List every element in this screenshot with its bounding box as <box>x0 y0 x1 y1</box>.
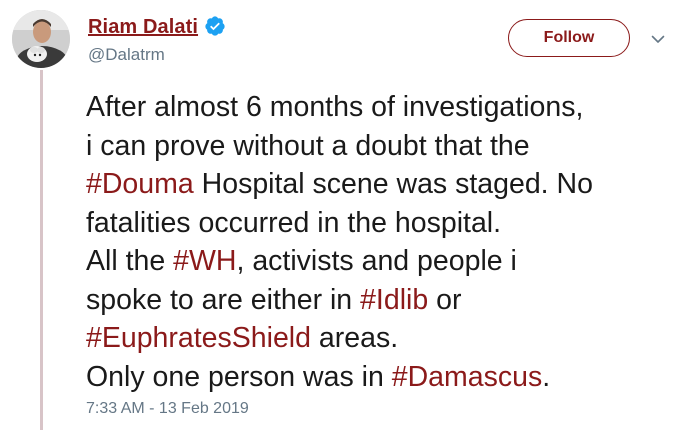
tweet-text-segment: fatalities occurred in the hospital. <box>86 206 502 239</box>
tweet-line: Only one person was in #Damascus. <box>86 358 686 397</box>
tweet-text-segment: Hospital scene was staged. No <box>193 168 593 200</box>
tweet-text-segment: After almost 6 months of investigations, <box>86 91 584 123</box>
tweet-text-segment: i can prove without a doubt that the <box>86 129 530 162</box>
hashtag-link[interactable]: #WH <box>173 245 236 277</box>
tweet-text-segment: areas. <box>311 322 399 354</box>
tweet-line: spoke to are either in #Idlib or <box>86 281 686 320</box>
avatar[interactable] <box>12 10 70 68</box>
tweet-text-segment: , activists and people i <box>236 245 517 277</box>
hashtag-link[interactable]: #Idlib <box>360 284 428 316</box>
tweet-text-segment: Only one person was in <box>86 360 392 393</box>
tweet-line: fatalities occurred in the hospital. <box>86 204 686 243</box>
hashtag-link[interactable]: #Douma <box>86 168 194 200</box>
hashtag-link[interactable]: #EuphratesShield <box>86 322 311 354</box>
author-handle[interactable]: @Dalatrm <box>88 45 165 65</box>
chevron-down-icon[interactable] <box>649 30 667 48</box>
tweet-text-segment: spoke to are either in <box>86 283 361 316</box>
tweet-text-segment: . <box>542 360 551 393</box>
hashtag-link[interactable]: #Damascus <box>392 361 542 393</box>
tweet-timestamp[interactable]: 7:33 AM - 13 Feb 2019 <box>86 400 249 418</box>
tweet-text-segment: or <box>428 283 462 316</box>
author-display-name[interactable]: Riam Dalati <box>88 16 198 39</box>
avatar-image <box>12 10 70 68</box>
tweet-line: #EuphratesShield areas. <box>86 319 686 358</box>
tweet-line: After almost 6 months of investigations, <box>86 88 686 127</box>
thread-line <box>40 70 43 430</box>
tweet-text: After almost 6 months of investigations,… <box>86 88 686 396</box>
tweet-text-segment: All the <box>86 245 174 277</box>
follow-button[interactable]: Follow <box>508 19 630 57</box>
tweet-line: All the #WH, activists and people i <box>86 242 686 281</box>
verified-badge-icon <box>205 16 225 36</box>
tweet-line: #Douma Hospital scene was staged. No <box>86 165 686 204</box>
tweet-line: i can prove without a doubt that the <box>86 127 686 166</box>
